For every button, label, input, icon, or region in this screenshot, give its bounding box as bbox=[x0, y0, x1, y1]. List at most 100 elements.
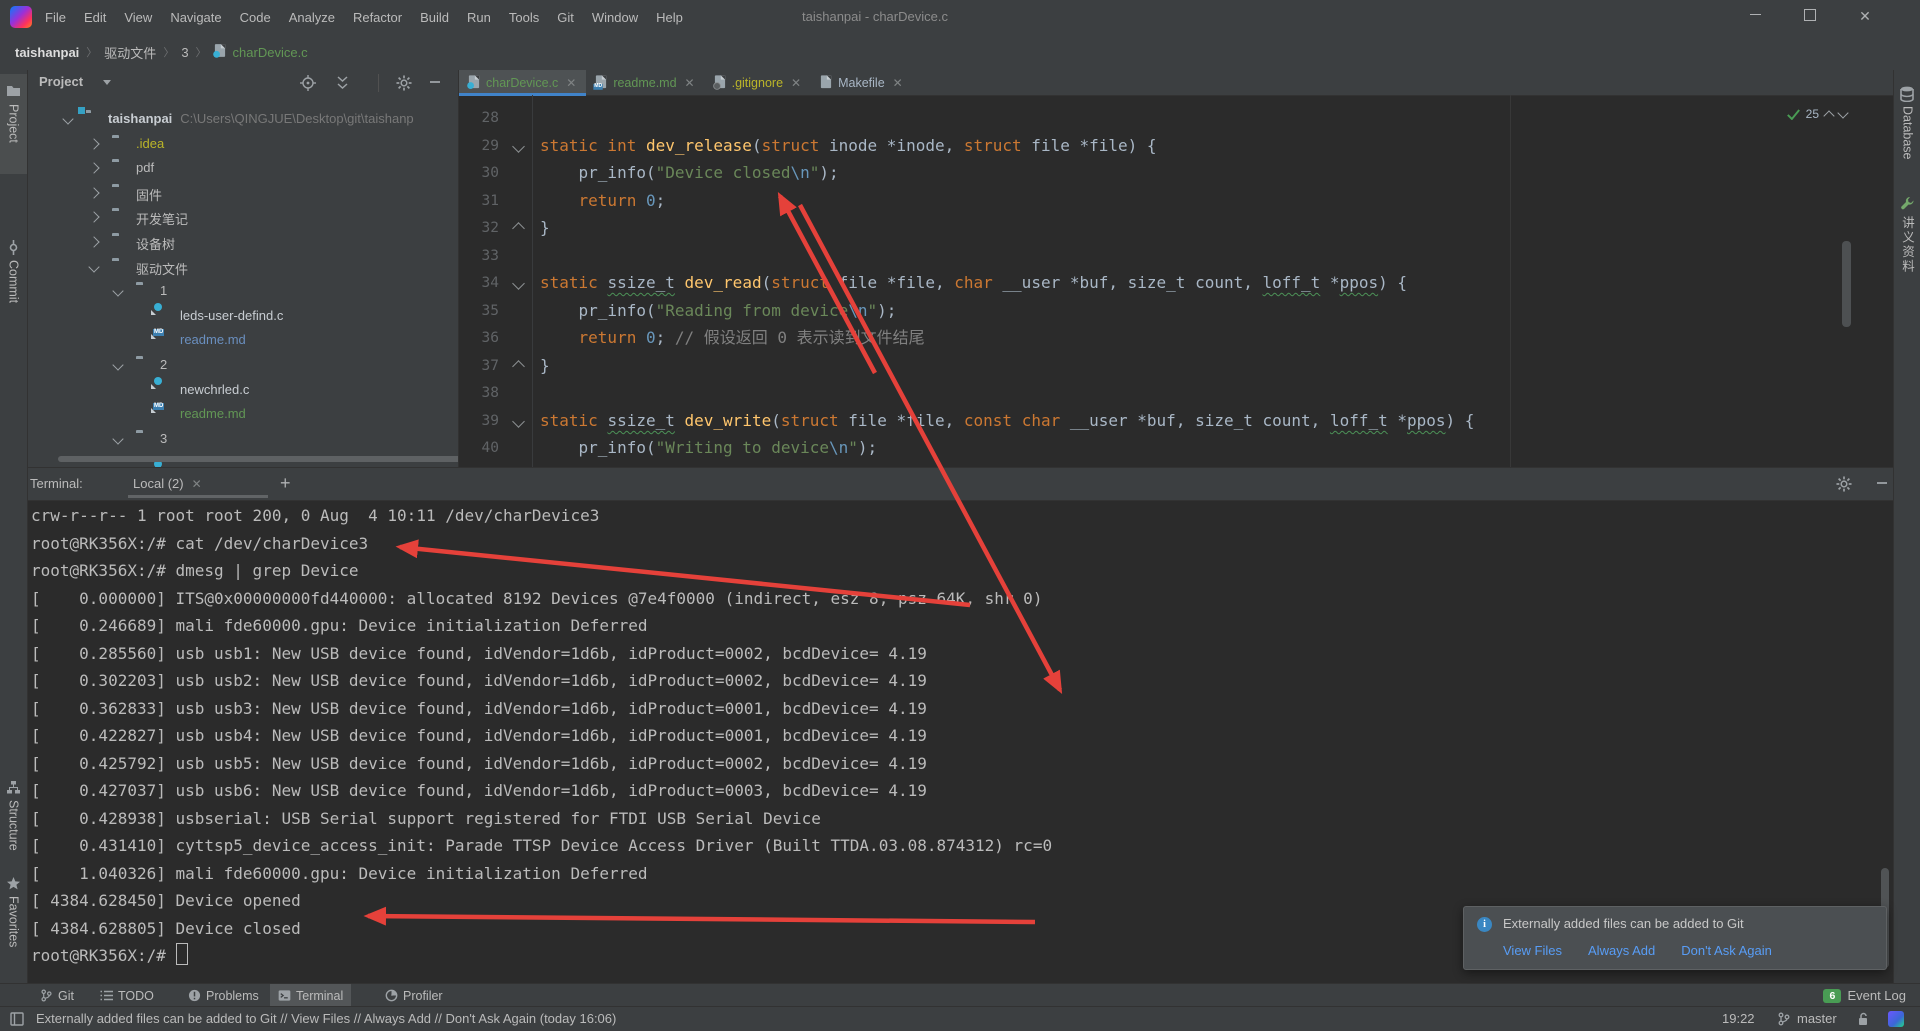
tree-horizontal-scrollbar[interactable] bbox=[58, 456, 459, 462]
editor-tab-.gitignore[interactable]: .gitignore ✕ bbox=[705, 70, 812, 95]
chevron-down-icon[interactable] bbox=[88, 261, 99, 272]
breadcrumb-item[interactable]: 驱动文件 bbox=[104, 43, 156, 62]
git-branch-name[interactable]: master bbox=[1797, 1007, 1837, 1031]
chevron-down-icon[interactable] bbox=[62, 113, 73, 124]
tool-window-switcher-icon[interactable] bbox=[10, 1012, 24, 1026]
next-problem-icon[interactable] bbox=[1837, 107, 1848, 118]
tree-item-_[interactable]: 开发笔记 bbox=[28, 205, 458, 229]
project-panel-title[interactable]: Project bbox=[39, 74, 83, 89]
editor-scrollbar[interactable] bbox=[1842, 241, 1851, 327]
menu-git[interactable]: Git bbox=[548, 10, 583, 25]
editor-tab-readme.md[interactable]: readme.md✕ bbox=[586, 70, 704, 95]
tree-item-_[interactable]: 设备树 bbox=[28, 230, 458, 254]
chevron-down-icon[interactable] bbox=[103, 80, 111, 85]
locate-file-icon[interactable] bbox=[300, 75, 316, 91]
menu-refactor[interactable]: Refactor bbox=[344, 10, 411, 25]
tree-item-leds-user-defind.c[interactable]: leds-user-defind.c bbox=[28, 304, 458, 328]
close-button[interactable]: ✕ bbox=[1843, 0, 1887, 34]
tool-window-tab-database[interactable]: Database bbox=[1894, 106, 1920, 163]
tool-window-button-label: Git bbox=[58, 989, 74, 1003]
code-editor[interactable]: 2829static int dev_release(struct inode … bbox=[459, 95, 1893, 467]
chevron-down-icon[interactable] bbox=[112, 285, 123, 296]
tree-item-3[interactable]: 3 bbox=[28, 427, 458, 451]
tree-item-1[interactable]: 1 bbox=[28, 279, 458, 303]
terminal-prompt[interactable]: root@RK356X:/# bbox=[31, 942, 188, 969]
unlock-icon[interactable] bbox=[1856, 1012, 1870, 1026]
maximize-button[interactable] bbox=[1788, 0, 1832, 34]
menu-build[interactable]: Build bbox=[411, 10, 458, 25]
menu-edit[interactable]: Edit bbox=[75, 10, 115, 25]
plugin-status-icon[interactable] bbox=[1888, 1011, 1904, 1027]
notification-link-don-t-ask-again[interactable]: Don't Ask Again bbox=[1681, 943, 1772, 958]
tool-window-tab-commit[interactable]: Commit bbox=[0, 260, 27, 306]
menu-window[interactable]: Window bbox=[583, 10, 647, 25]
tree-item-readme.md[interactable]: readme.md bbox=[28, 328, 458, 352]
status-message[interactable]: Externally added files can be added to G… bbox=[36, 1007, 616, 1031]
fold-marker-icon[interactable] bbox=[512, 360, 525, 373]
breadcrumb[interactable]: taishanpai〉驱动文件〉3〉charDevice.c bbox=[15, 34, 308, 70]
minimize-button[interactable] bbox=[1733, 0, 1777, 34]
new-terminal-button[interactable]: + bbox=[280, 468, 291, 500]
chevron-right-icon[interactable] bbox=[88, 236, 99, 247]
chevron-right-icon[interactable] bbox=[88, 162, 99, 173]
menu-file[interactable]: File bbox=[36, 10, 75, 25]
line-number: 34 bbox=[459, 269, 499, 297]
tree-item-readme.md[interactable]: readme.md bbox=[28, 402, 458, 426]
tool-window-tab-structure[interactable]: Structure bbox=[0, 800, 27, 854]
fold-marker-icon[interactable] bbox=[512, 222, 525, 235]
tool-window-button-git[interactable]: Git bbox=[32, 984, 82, 1007]
close-icon[interactable]: ✕ bbox=[893, 76, 903, 90]
tree-item-2[interactable]: 2 bbox=[28, 353, 458, 377]
menu-run[interactable]: Run bbox=[458, 10, 500, 25]
inspections-widget[interactable]: 25 bbox=[1787, 107, 1847, 121]
menu-tools[interactable]: Tools bbox=[500, 10, 548, 25]
minimize-panel-icon[interactable] bbox=[1875, 476, 1891, 492]
hide-panel-icon[interactable] bbox=[428, 75, 444, 91]
tool-window-tab-project[interactable]: Project bbox=[0, 104, 27, 146]
tree-item-taishanpai[interactable]: taishanpaiC:\Users\QINGJUE\Desktop\git\t… bbox=[28, 107, 458, 131]
tree-item-newchrled.c[interactable]: newchrled.c bbox=[28, 378, 458, 402]
menu-view[interactable]: View bbox=[115, 10, 161, 25]
menu-navigate[interactable]: Navigate bbox=[161, 10, 230, 25]
tree-item-pdf[interactable]: pdf bbox=[28, 156, 458, 180]
tree-item-_[interactable]: 驱动文件 bbox=[28, 255, 458, 279]
tool-window-tab-favorites[interactable]: Favorites bbox=[0, 896, 27, 950]
tool-window-button-profiler[interactable]: Profiler bbox=[377, 984, 451, 1007]
prev-problem-icon[interactable] bbox=[1823, 110, 1834, 121]
menu-code[interactable]: Code bbox=[231, 10, 280, 25]
close-icon[interactable]: ✕ bbox=[685, 76, 695, 90]
fold-marker-icon[interactable] bbox=[512, 277, 525, 290]
terminal-settings-gear-icon[interactable] bbox=[1836, 476, 1852, 492]
menu-analyze[interactable]: Analyze bbox=[280, 10, 344, 25]
editor-tab-charDevice.c[interactable]: charDevice.c✕ bbox=[459, 70, 586, 95]
breadcrumb-item[interactable]: charDevice.c bbox=[233, 45, 308, 60]
menu-help[interactable]: Help bbox=[647, 10, 692, 25]
editor-tab-Makefile[interactable]: Makefile✕ bbox=[811, 70, 913, 95]
chevron-down-icon[interactable] bbox=[112, 359, 123, 370]
chevron-right-icon[interactable] bbox=[88, 187, 99, 198]
terminal-line: [ 0.427037] usb usb6: New USB device fou… bbox=[31, 777, 927, 804]
code-line: static int dev_release(struct inode *ino… bbox=[540, 132, 1157, 160]
breadcrumb-item[interactable]: 3 bbox=[181, 45, 188, 60]
tool-window-button-terminal[interactable]: Terminal bbox=[270, 984, 351, 1007]
fold-marker-icon[interactable] bbox=[512, 415, 525, 428]
breadcrumb-item[interactable]: taishanpai bbox=[15, 45, 79, 60]
tree-item-.idea[interactable]: .idea bbox=[28, 132, 458, 156]
tab-label: .gitignore bbox=[732, 76, 783, 90]
chevron-right-icon[interactable] bbox=[88, 211, 99, 222]
collapse-all-icon[interactable] bbox=[335, 75, 351, 91]
tool-window-button-problems[interactable]: Problems bbox=[180, 984, 267, 1007]
close-icon[interactable]: ✕ bbox=[791, 76, 801, 90]
notification-link-view-files[interactable]: View Files bbox=[1503, 943, 1562, 958]
panel-settings-gear-icon[interactable] bbox=[396, 75, 412, 91]
chevron-right-icon[interactable] bbox=[88, 138, 99, 149]
fold-marker-icon[interactable] bbox=[512, 140, 525, 153]
git-branch-icon[interactable] bbox=[1777, 1012, 1791, 1026]
event-log-button[interactable]: 6 Event Log bbox=[1823, 984, 1906, 1007]
tree-item-_[interactable]: 固件 bbox=[28, 181, 458, 205]
close-icon[interactable]: ✕ bbox=[566, 76, 576, 90]
tool-window-tab-docs[interactable]: 讲义资料 bbox=[1894, 216, 1920, 277]
notification-link-always-add[interactable]: Always Add bbox=[1588, 943, 1655, 958]
chevron-down-icon[interactable] bbox=[112, 433, 123, 444]
tool-window-button-todo[interactable]: TODO bbox=[92, 984, 162, 1007]
